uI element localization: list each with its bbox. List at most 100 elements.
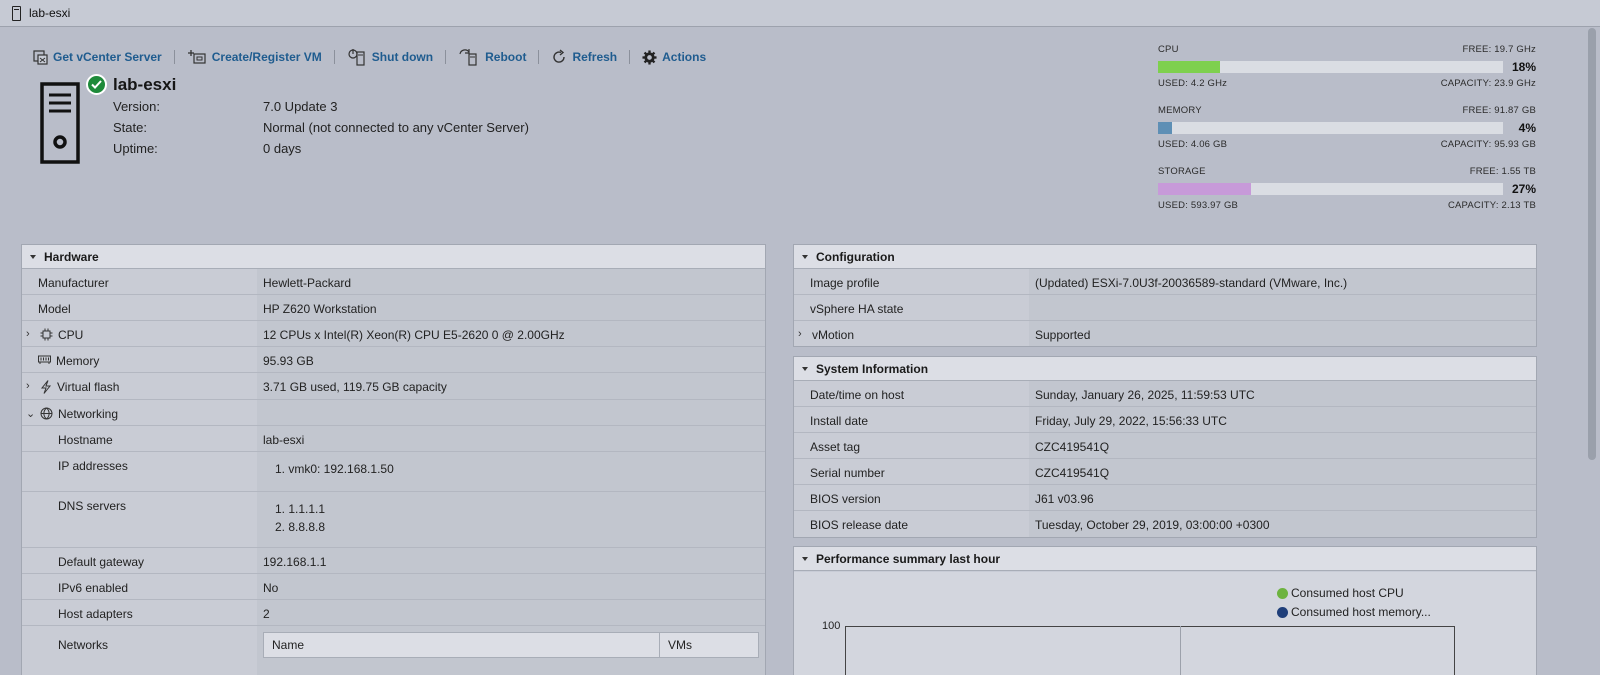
bios-version-label: BIOS version	[794, 485, 1029, 510]
actions-label: Actions	[662, 50, 707, 64]
expand-chevron-icon[interactable]: ›	[26, 328, 40, 340]
hostname-label: Hostname	[22, 426, 257, 451]
default-gateway-value: 192.168.1.1	[257, 548, 765, 573]
hw-row-networks: Networks Name VMs	[22, 626, 765, 675]
memory-capacity: CAPACITY: 95.93 GB	[1440, 139, 1536, 150]
sys-row-install-date: Install date Friday, July 29, 2022, 15:5…	[794, 407, 1536, 433]
toolbar-separator	[629, 50, 631, 64]
sys-row-datetime: Date/time on host Sunday, January 26, 20…	[794, 381, 1536, 407]
legend-memory[interactable]: Consumed host memory...	[1277, 605, 1431, 619]
toolbar-separator	[333, 50, 335, 64]
hw-row-ip-addresses: IP addresses 1. vmk0: 192.168.1.50	[22, 452, 765, 492]
ip-address-item: 1. vmk0: 192.168.1.50	[275, 462, 394, 476]
collapse-caret-icon	[802, 366, 808, 371]
reboot-label: Reboot	[485, 50, 527, 64]
expand-chevron-icon[interactable]: ›	[798, 328, 812, 340]
manufacturer-value: Hewlett-Packard	[257, 269, 765, 294]
cfg-row-vmotion[interactable]: › vMotion Supported	[794, 321, 1536, 346]
chart-gridline	[1180, 626, 1181, 675]
collapse-caret-icon	[802, 556, 808, 561]
hardware-panel-header[interactable]: Hardware	[22, 245, 765, 269]
storage-usage-bar	[1158, 183, 1503, 195]
uptime-label: Uptime:	[113, 141, 158, 156]
y-axis-max-label: 100	[822, 620, 841, 632]
legend-cpu[interactable]: Consumed host CPU	[1277, 586, 1404, 600]
bios-release-date-value: Tuesday, October 29, 2019, 03:00:00 +030…	[1029, 511, 1536, 537]
refresh-button[interactable]: Refresh	[551, 49, 617, 65]
shut-down-label: Shut down	[371, 50, 434, 64]
hw-row-manufacturer: Manufacturer Hewlett-Packard	[22, 269, 765, 295]
networks-col-name[interactable]: Name	[264, 633, 660, 657]
create-vm-button[interactable]: Create/Register VM	[187, 49, 322, 65]
actions-button[interactable]: Actions	[642, 49, 707, 65]
networks-col-vms[interactable]: VMs	[660, 638, 692, 652]
collapse-chevron-icon[interactable]: ⌄	[26, 407, 40, 420]
hw-row-dns-servers: DNS servers 1. 1.1.1.1 2. 8.8.8.8	[22, 492, 765, 548]
vmotion-value: Supported	[1029, 321, 1536, 346]
cpu-meter: CPU FREE: 19.7 GHz 18% USED: 4.2 GHz CAPAC…	[1158, 44, 1536, 89]
host-name: lab-esxi	[113, 75, 177, 94]
refresh-label: Refresh	[572, 50, 618, 64]
refresh-icon	[553, 49, 566, 63]
collapse-caret-icon	[30, 254, 36, 259]
networks-table: Name VMs	[263, 632, 759, 658]
storage-usage-fill	[1158, 183, 1252, 195]
page-scrollbar[interactable]	[1588, 28, 1596, 460]
storage-meter-label: STORAGE	[1158, 166, 1206, 177]
shut-down-button[interactable]: Shut down	[347, 48, 433, 66]
state-value: Normal (not connected to any vCenter Ser…	[263, 120, 529, 135]
sys-row-bios-release-date: BIOS release date Tuesday, October 29, 2…	[794, 511, 1536, 537]
memory-value: 95.93 GB	[257, 347, 765, 372]
legend-memory-label: Consumed host memory...	[1291, 605, 1431, 619]
networking-label: Networking	[58, 407, 119, 421]
get-vcenter-button[interactable]: Get vCenter Server	[33, 49, 162, 65]
performance-panel-header[interactable]: Performance summary last hour	[794, 547, 1536, 571]
collapse-caret-icon	[802, 254, 808, 259]
hw-row-host-adapters: Host adapters 2	[22, 600, 765, 626]
networking-value	[257, 400, 765, 425]
toolbar-separator	[173, 50, 175, 64]
hw-row-ipv6: IPv6 enabled No	[22, 574, 765, 600]
cpu-usage-fill	[1158, 61, 1221, 73]
hw-row-cpu[interactable]: › CPU 12 CPUs x Intel(R) Xeon(R) CPU E5-…	[22, 321, 765, 347]
hw-row-networking[interactable]: ⌄ Networking	[22, 400, 765, 426]
serial-number-value: CZC419541Q	[1029, 459, 1536, 484]
memory-usage-bar	[1158, 122, 1503, 134]
hw-row-model: Model HP Z620 Workstation	[22, 295, 765, 321]
get-vcenter-label: Get vCenter Server	[53, 50, 162, 64]
create-vm-icon	[187, 50, 206, 64]
cpu-usage-bar	[1158, 61, 1503, 73]
sys-row-asset-tag: Asset tag CZC419541Q	[794, 433, 1536, 459]
cpu-usage-percent: 18%	[1511, 60, 1536, 74]
cpu-free: FREE: 19.7 GHz	[1462, 44, 1536, 55]
network-globe-icon	[40, 407, 53, 420]
expand-chevron-icon[interactable]: ›	[26, 380, 40, 392]
configuration-panel: Configuration Image profile (Updated) ES…	[793, 244, 1537, 347]
hw-row-virtual-flash[interactable]: › Virtual flash 3.71 GB used, 119.75 GB …	[22, 373, 765, 400]
configuration-panel-header[interactable]: Configuration	[794, 245, 1536, 269]
sysinfo-panel-title: System Information	[816, 361, 929, 376]
hw-row-hostname: Hostname lab-esxi	[22, 426, 765, 452]
sysinfo-panel-header[interactable]: System Information	[794, 357, 1536, 381]
networks-table-header: Name VMs	[264, 633, 758, 657]
state-label: State:	[113, 120, 147, 135]
sys-row-bios-version: BIOS version J61 v03.96	[794, 485, 1536, 511]
reboot-button[interactable]: Reboot	[458, 48, 526, 66]
bios-release-date-label: BIOS release date	[794, 511, 1029, 537]
create-vm-label: Create/Register VM	[211, 50, 322, 64]
reboot-icon	[459, 49, 477, 66]
install-date-label: Install date	[794, 407, 1029, 432]
configuration-panel-title: Configuration	[816, 249, 895, 264]
storage-meter: STORAGE FREE: 1.55 TB 27% USED: 593.97 GB…	[1158, 166, 1536, 211]
cfg-row-ha-state: vSphere HA state	[794, 295, 1536, 321]
uptime-value: 0 days	[263, 141, 302, 156]
dns-server-item: 2. 8.8.8.8	[275, 520, 326, 534]
resource-meters: CPU FREE: 19.7 GHz 18% USED: 4.2 GHz CAPAC…	[1158, 44, 1536, 227]
memory-label: Memory	[56, 354, 100, 368]
hw-row-default-gateway: Default gateway 192.168.1.1	[22, 548, 765, 574]
image-profile-value: (Updated) ESXi-7.0U3f-20036589-standard …	[1029, 269, 1536, 294]
window-title: lab-esxi	[29, 6, 71, 20]
hardware-panel: Hardware Manufacturer Hewlett-Packard Mo…	[21, 244, 766, 675]
system-information-panel: System Information Date/time on host Sun…	[793, 356, 1537, 538]
memory-used: USED: 4.06 GB	[1158, 139, 1228, 150]
